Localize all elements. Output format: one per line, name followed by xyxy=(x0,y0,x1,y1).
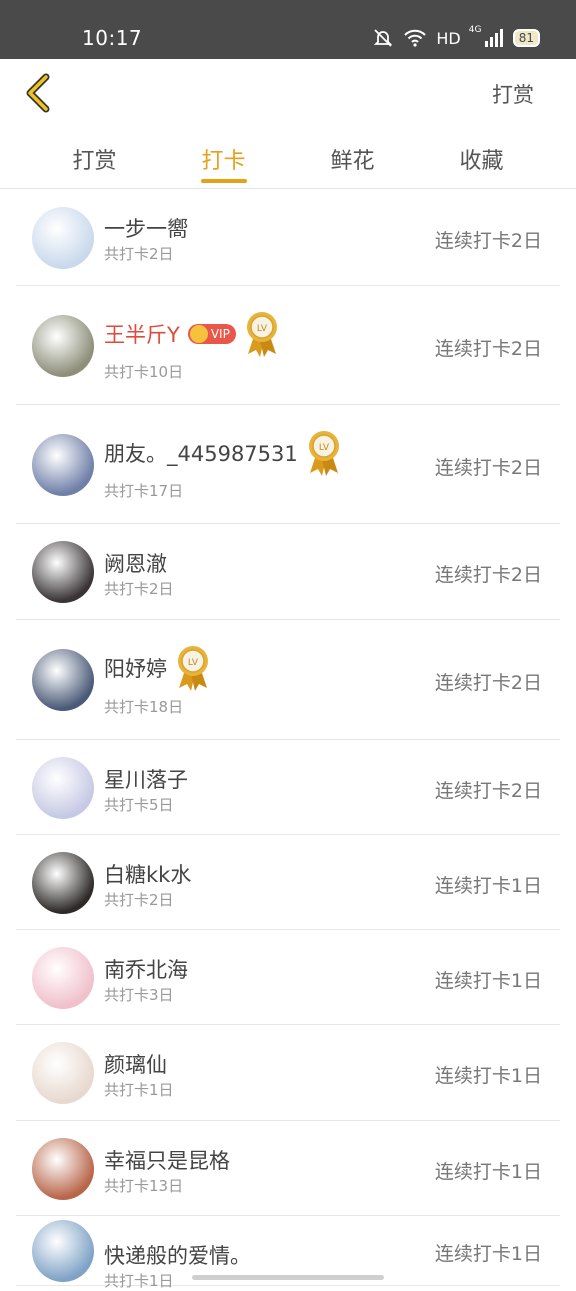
tab-flowers[interactable]: 鲜花 xyxy=(288,141,417,189)
svg-text:LV: LV xyxy=(319,443,330,453)
list-item[interactable]: 幸福只是昆格共打卡13日 连续打卡1日 xyxy=(16,1121,560,1216)
total-checkin-days: 共打卡1日 xyxy=(104,1272,174,1290)
header: 打赏 打赏 打卡 鲜花 收藏 xyxy=(0,59,576,189)
total-checkin-days: 共打卡17日 xyxy=(104,482,184,500)
name-line: 阙恩澈 xyxy=(104,548,167,578)
user-name[interactable]: 南乔北海 xyxy=(104,954,188,984)
user-name[interactable]: 阙恩澈 xyxy=(104,548,167,578)
status-time: 10:17 xyxy=(82,26,143,50)
avatar[interactable] xyxy=(32,433,94,496)
battery-icon: 81 xyxy=(512,29,540,47)
streak-days: 连续打卡2日 xyxy=(434,564,542,586)
streak-days: 连续打卡2日 xyxy=(434,779,542,802)
user-name[interactable]: 白糖kk水 xyxy=(104,859,191,889)
name-line: 星川落子 xyxy=(104,764,188,794)
name-line: 幸福只是昆格 xyxy=(104,1145,230,1175)
home-indicator[interactable] xyxy=(192,1275,384,1280)
list-item[interactable]: 白糖kk水共打卡2日 连续打卡1日 xyxy=(16,835,560,930)
avatar[interactable] xyxy=(32,649,94,711)
signal-icon: 4G xyxy=(469,25,503,47)
back-arrow-icon[interactable] xyxy=(20,73,60,113)
name-line: 南乔北海 xyxy=(104,954,188,984)
list-item[interactable]: 颜璃仙共打卡1日 连续打卡1日 xyxy=(16,1025,560,1121)
streak-days: 连续打卡1日 xyxy=(434,1065,542,1087)
medal-icon: LV xyxy=(175,644,211,692)
total-checkin-days: 共打卡10日 xyxy=(104,363,184,381)
signal-label: 4G xyxy=(468,25,482,35)
user-name[interactable]: 幸福只是昆格 xyxy=(104,1145,230,1175)
streak-days: 连续打卡2日 xyxy=(434,456,542,479)
hd-indicator: HD xyxy=(436,28,461,48)
user-name[interactable]: 王半斤Y xyxy=(104,319,180,349)
user-name[interactable]: 一步一嚮 xyxy=(104,213,188,243)
crown-icon xyxy=(189,325,208,343)
tab-checkin[interactable]: 打卡 xyxy=(159,141,288,189)
avatar[interactable] xyxy=(32,1220,94,1282)
user-name[interactable]: 阳妤婷 xyxy=(104,653,167,683)
name-line: 阳妤婷 LV xyxy=(104,644,211,692)
list-item[interactable]: 王半斤Y VIP LV 共打卡10日 连续打卡2日 xyxy=(16,286,560,405)
avatar[interactable] xyxy=(32,756,94,819)
tab-favorites[interactable]: 收藏 xyxy=(417,141,546,189)
avatar[interactable] xyxy=(32,851,94,914)
list-item[interactable]: 星川落子共打卡5日 连续打卡2日 xyxy=(16,740,560,835)
total-checkin-days: 共打卡3日 xyxy=(104,986,174,1004)
streak-days: 连续打卡1日 xyxy=(434,969,542,992)
tab-bar: 打赏 打卡 鲜花 收藏 xyxy=(30,141,546,189)
user-name[interactable]: 快递般的爱情。 xyxy=(104,1240,251,1270)
svg-text:LV: LV xyxy=(257,324,268,334)
total-checkin-days: 共打卡13日 xyxy=(104,1177,184,1195)
name-line: 快递般的爱情。 xyxy=(104,1240,251,1270)
total-checkin-days: 共打卡18日 xyxy=(104,698,184,716)
total-checkin-days: 共打卡5日 xyxy=(104,796,174,814)
svg-text:LV: LV xyxy=(188,658,199,668)
mute-bell-icon xyxy=(374,29,393,47)
wifi-icon xyxy=(404,29,427,47)
user-name[interactable]: 星川落子 xyxy=(104,764,188,794)
medal-icon: LV xyxy=(306,429,342,477)
streak-days: 连续打卡2日 xyxy=(434,672,542,694)
status-icons: HD 4G 81 xyxy=(372,25,540,49)
medal-icon: LV xyxy=(244,310,280,358)
avatar[interactable] xyxy=(32,314,94,377)
streak-days: 连续打卡1日 xyxy=(434,1243,542,1265)
streak-days: 连续打卡2日 xyxy=(434,337,542,360)
total-checkin-days: 共打卡1日 xyxy=(104,1081,174,1099)
reward-button[interactable]: 打赏 xyxy=(492,79,534,109)
user-name[interactable]: 颜璃仙 xyxy=(104,1049,167,1079)
streak-days: 连续打卡1日 xyxy=(434,874,542,897)
total-checkin-days: 共打卡2日 xyxy=(104,580,174,598)
streak-days: 连续打卡1日 xyxy=(434,1160,542,1183)
list-item[interactable]: 阙恩澈共打卡2日 连续打卡2日 xyxy=(16,524,560,620)
list-item[interactable]: 一步一嚮共打卡2日 连续打卡2日 xyxy=(16,189,560,286)
vip-badge: VIP xyxy=(187,324,236,344)
avatar[interactable] xyxy=(32,206,94,269)
list-item[interactable]: 南乔北海共打卡3日 连续打卡1日 xyxy=(16,930,560,1025)
name-line: 一步一嚮 xyxy=(104,213,188,243)
avatar[interactable] xyxy=(32,541,94,603)
streak-days: 连续打卡2日 xyxy=(434,229,542,252)
list-item[interactable]: 朋友。_445987531 LV 共打卡17日 连续打卡2日 xyxy=(16,405,560,524)
name-line: 王半斤Y VIP LV xyxy=(104,310,280,358)
user-name[interactable]: 朋友。_445987531 xyxy=(104,438,298,468)
total-checkin-days: 共打卡2日 xyxy=(104,245,174,263)
avatar[interactable] xyxy=(32,946,94,1009)
vip-badge-label: VIP xyxy=(210,327,230,341)
status-bar: 10:17 HD 4G 81 xyxy=(0,0,576,59)
avatar[interactable] xyxy=(32,1137,94,1200)
tab-reward[interactable]: 打赏 xyxy=(30,141,159,189)
total-checkin-days: 共打卡2日 xyxy=(104,891,174,909)
checkin-list: 一步一嚮 共打卡2日 连续打卡2日 王半斤Y VIP LV 共打卡10日 连续打卡2日 朋友。_… xyxy=(16,189,560,1290)
name-line: 朋友。_445987531 LV xyxy=(104,429,342,477)
avatar[interactable] xyxy=(32,1042,94,1104)
name-line: 白糖kk水 xyxy=(104,859,191,889)
list-item[interactable]: 阳妤婷 LV 共打卡18日 连续打卡2日 xyxy=(16,620,560,740)
name-line: 颜璃仙 xyxy=(104,1049,167,1079)
